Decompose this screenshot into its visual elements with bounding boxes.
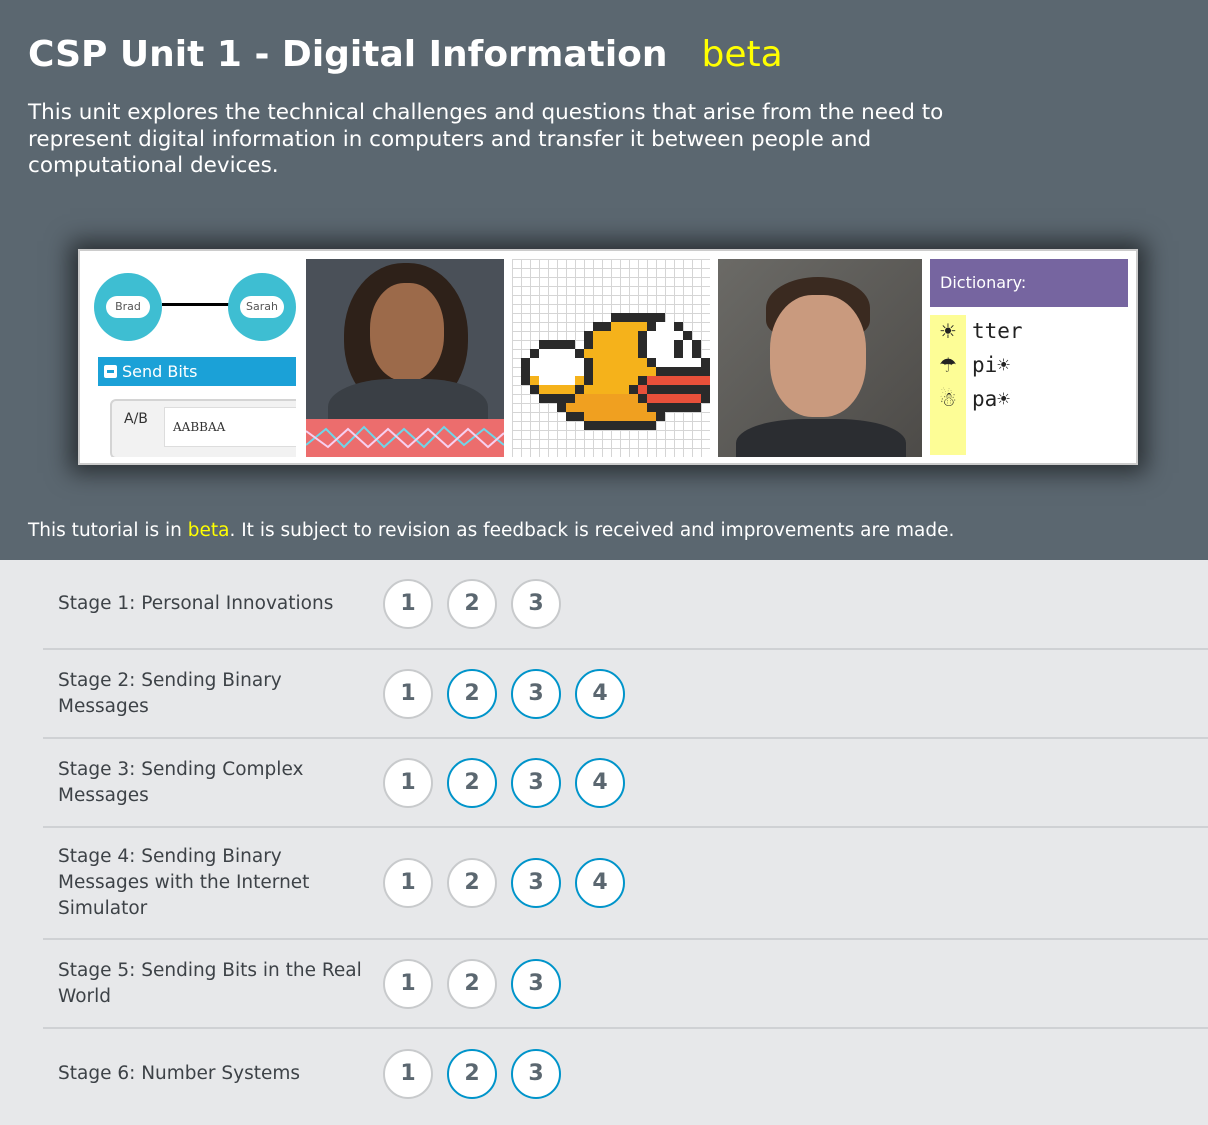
node-brad: Brad — [94, 273, 162, 341]
dictionary-entry-text: pa☀ — [972, 387, 1010, 411]
level-bubble[interactable]: 2 — [447, 858, 497, 908]
send-bits-header: Send Bits — [98, 357, 296, 386]
dictionary-panel: Dictionary: ☀ tter ☂ pi☀ ☃ pa☀ — [930, 259, 1130, 457]
stage-row: Stage 5: Sending Bits in the Real World 1… — [43, 940, 1208, 1029]
level-bubble[interactable]: 4 — [575, 668, 625, 719]
beta-note-highlight: beta — [187, 520, 230, 541]
beta-note-before: This tutorial is in — [28, 520, 188, 541]
level-bubble[interactable]: 2 — [447, 1049, 497, 1099]
page-title: CSP Unit 1 - Digital Information — [28, 34, 668, 75]
level-bubbles: 123 — [383, 1049, 575, 1099]
dictionary-heading: Dictionary: — [930, 259, 1128, 307]
level-bubble[interactable]: 1 — [383, 1049, 433, 1099]
level-bubble[interactable]: 1 — [383, 757, 433, 808]
level-bubbles: 1234 — [383, 668, 639, 719]
level-bubble[interactable]: 4 — [575, 757, 625, 808]
beta-label: beta — [701, 34, 783, 75]
man-body — [736, 419, 906, 457]
internet-simulator-panel: Brad Sarah Send Bits A/B AABBAA — [88, 259, 296, 457]
beta-note-after: . It is subject to revision as feedback … — [229, 520, 955, 541]
level-bubble[interactable]: 1 — [383, 668, 433, 719]
send-bits-label: Send Bits — [122, 362, 198, 381]
stage-name[interactable]: Stage 4: Sending Binary Messages with th… — [43, 844, 369, 922]
stage-row: Stage 6: Number Systems 1 2 3 — [43, 1029, 1208, 1119]
man-face — [770, 295, 866, 417]
unit-description: This unit explores the technical challen… — [28, 100, 944, 178]
node-sarah: Sarah — [228, 273, 296, 341]
umbrella-icon: ☂ — [939, 353, 957, 377]
level-bubble[interactable]: 3 — [511, 757, 561, 808]
dictionary-entry: ☃ pa☀ — [930, 387, 1010, 411]
level-bubble[interactable]: 3 — [511, 579, 561, 629]
pixel-bird-panel — [512, 259, 710, 457]
node-brad-label: Brad — [106, 296, 150, 318]
stage-name[interactable]: Stage 2: Sending Binary Messages — [43, 668, 369, 720]
level-bubbles: 1234 — [383, 858, 639, 908]
stage-row: Stage 1: Personal Innovations 1 2 3 — [43, 560, 1208, 650]
level-bubble[interactable]: 2 — [447, 668, 497, 719]
collapse-icon — [104, 365, 117, 378]
stage-name[interactable]: Stage 1: Personal Innovations — [43, 591, 369, 617]
node-sarah-label: Sarah — [240, 296, 284, 318]
level-bubble[interactable]: 3 — [511, 668, 561, 719]
ab-input-box: A/B AABBAA — [110, 399, 296, 457]
ab-label: A/B — [124, 411, 148, 427]
level-bubble[interactable]: 3 — [511, 958, 561, 1009]
beta-note: This tutorial is in beta. It is subject … — [28, 520, 954, 541]
level-bubble[interactable]: 1 — [383, 958, 433, 1009]
stage-name[interactable]: Stage 6: Number Systems — [43, 1061, 369, 1087]
dictionary-entry: ☀ tter — [930, 319, 1023, 343]
level-bubble[interactable]: 2 — [447, 757, 497, 808]
woman-face — [370, 283, 444, 381]
snowman-icon: ☃ — [939, 387, 957, 411]
sun-icon: ☀ — [939, 319, 957, 343]
ab-input: AABBAA — [164, 407, 296, 447]
level-bubble[interactable]: 1 — [383, 579, 433, 629]
level-bubble[interactable]: 3 — [511, 858, 561, 908]
level-bubbles: 123 — [383, 958, 575, 1009]
level-bubble[interactable]: 3 — [511, 1049, 561, 1099]
level-bubbles: 1234 — [383, 757, 639, 808]
unit-header: CSP Unit 1 - Digital Information beta Th… — [0, 0, 1208, 560]
dictionary-entry-text: tter — [972, 319, 1023, 343]
wave-graphic — [306, 425, 504, 449]
video-still-man — [718, 259, 922, 457]
connection-line — [162, 303, 234, 306]
wave-strip — [306, 419, 504, 457]
unit-banner: Brad Sarah Send Bits A/B AABBAA Dictiona… — [78, 249, 1138, 465]
stage-row: Stage 3: Sending Complex Messages 1 2 3 4 — [43, 739, 1208, 828]
level-bubble[interactable]: 2 — [447, 579, 497, 629]
level-bubbles: 123 — [383, 579, 575, 629]
dictionary-entry: ☂ pi☀ — [930, 353, 1010, 377]
level-bubble[interactable]: 4 — [575, 858, 625, 908]
stage-name[interactable]: Stage 3: Sending Complex Messages — [43, 757, 369, 809]
level-bubble[interactable]: 2 — [447, 958, 497, 1009]
video-still-woman — [306, 259, 504, 457]
level-bubble[interactable]: 1 — [383, 858, 433, 908]
title-row: CSP Unit 1 - Digital Information beta — [28, 34, 783, 75]
stage-row: Stage 4: Sending Binary Messages with th… — [43, 828, 1208, 940]
dictionary-entry-text: pi☀ — [972, 353, 1010, 377]
stage-name[interactable]: Stage 5: Sending Bits in the Real World — [43, 958, 369, 1010]
stage-row: Stage 2: Sending Binary Messages 1 2 3 4 — [43, 650, 1208, 739]
